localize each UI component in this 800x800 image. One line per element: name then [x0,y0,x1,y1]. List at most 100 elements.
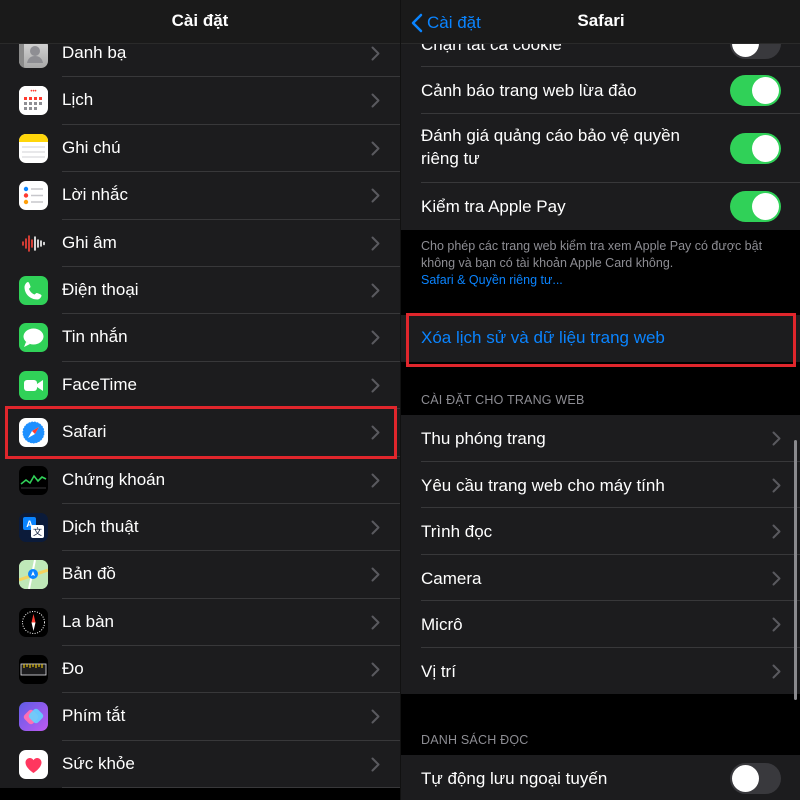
page-title: Cài đặt [171,11,229,30]
location-row[interactable]: Vị trí [401,647,800,694]
calendar-icon: ••• [19,86,48,116]
settings-item-label: Sức khỏe [62,753,135,773]
settings-item-label: Phím tắt [62,706,126,726]
settings-item-label: Ghi âm [62,232,117,252]
page-zoom-label: Thu phóng trang [421,429,546,448]
settings-item-health[interactable]: Sức khỏe [0,740,400,789]
chevron-right-icon [371,330,380,345]
settings-item-label: Dịch thuật [62,516,139,536]
settings-item-label: Lịch [62,90,94,110]
chevron-right-icon [772,617,781,632]
fraud-warning-label: Cảnh báo trang web lừa đảo [421,81,637,100]
safari-privacy-link[interactable]: Safari & Quyền riêng tư... [421,273,563,287]
settings-item-facetime[interactable]: FaceTime [0,361,400,410]
chevron-right-icon [371,378,380,393]
website-settings-header: CÀI ĐẶT CHO TRANG WEB [421,393,585,407]
settings-item-reminders[interactable]: Lời nhắc [0,172,400,220]
chevron-right-icon [371,93,380,108]
settings-item-safari[interactable]: Safari [0,409,400,457]
stocks-icon [19,465,48,495]
messages-icon [19,323,48,353]
chevron-right-icon [772,478,781,492]
apple-pay-footer-note: Cho phép các trang web kiểm tra xem Appl… [421,238,791,289]
clear-history-row[interactable]: Xóa lịch sử và dữ liệu trang web [401,315,800,362]
chevron-right-icon [371,188,380,203]
phone-icon [19,275,48,305]
chevron-right-icon [371,757,380,772]
notes-icon [19,133,48,163]
scrollbar[interactable] [794,440,797,700]
reader-label: Trình đọc [421,522,493,541]
settings-item-phone[interactable]: Điện thoại [0,266,400,315]
clear-history-button[interactable]: Xóa lịch sử và dữ liệu trang web [421,328,665,348]
shortcuts-icon [19,702,48,732]
location-label: Vị trí [421,661,456,681]
apple-pay-check-row: Kiểm tra Apple Pay [401,183,800,230]
facetime-icon [19,370,48,400]
privacy-ad-measurement-label: Đánh giá quảng cáo bảo vệ quyền riêng tư [421,126,680,168]
request-desktop-site-row[interactable]: Yêu cầu trang web cho máy tính [401,461,800,508]
apple-pay-check-toggle[interactable] [730,191,781,222]
chevron-right-icon [371,473,380,488]
maps-icon [19,560,48,590]
chevron-right-icon [371,425,380,440]
reminders-icon [19,181,48,211]
microphone-label: Micrô [421,615,463,634]
settings-item-compass[interactable]: La bàn [0,598,400,647]
chevron-right-icon [371,141,380,156]
health-icon [19,749,48,779]
settings-item-label: FaceTime [62,374,137,394]
chevron-right-icon [371,236,380,251]
chevron-right-icon [371,615,380,630]
reader-row[interactable]: Trình đọc [401,508,800,555]
settings-item-messages[interactable]: Tin nhắn [0,314,400,362]
settings-item-stocks[interactable]: Chứng khoán [0,456,400,504]
settings-item-label: Lời nhắc [62,185,128,205]
measure-icon [19,655,48,685]
chevron-right-icon [371,283,380,298]
camera-row[interactable]: Camera [401,554,800,601]
website-settings-group: Thu phóng trang Yêu cầu trang web cho má… [401,415,800,694]
nav-bar: Cài đặt [0,0,400,44]
settings-item-shortcuts[interactable]: Phím tắt [0,693,400,741]
translate-icon: A文 [19,512,48,542]
settings-list: Danh bạ ••• Lịch Ghi chú Lời nhắc Ghi âm… [0,30,400,789]
chevron-right-icon [371,46,380,61]
settings-item-translate[interactable]: A文 Dịch thuật [0,503,400,552]
chevron-right-icon [371,662,380,677]
chevron-right-icon [371,709,380,724]
settings-item-label: Tin nhắn [62,327,128,347]
chevron-right-icon [772,524,781,539]
microphone-row[interactable]: Micrô [401,601,800,648]
chevron-right-icon [772,571,781,585]
settings-item-calendar[interactable]: ••• Lịch [0,77,400,125]
page-zoom-row[interactable]: Thu phóng trang [401,415,800,462]
chevron-right-icon [772,664,781,678]
apple-pay-footer-text: Cho phép các trang web kiểm tra xem Appl… [421,239,763,270]
privacy-ad-measurement-row: Đánh giá quảng cáo bảo vệ quyền riêng tư [401,114,800,183]
settings-item-label: La bàn [62,611,114,631]
auto-save-offline-toggle[interactable] [730,763,781,794]
safari-settings-panel: Chặn tất cả cookie Cảnh báo trang web lừ… [400,0,800,800]
apple-pay-check-label: Kiểm tra Apple Pay [421,197,566,216]
settings-item-label: Safari [62,422,107,442]
request-desktop-site-label: Yêu cầu trang web cho máy tính [421,475,665,495]
settings-item-notes[interactable]: Ghi chú [0,124,400,173]
settings-item-maps[interactable]: Bản đồ [0,551,400,599]
reading-list-header: DANH SÁCH ĐỌC [421,733,529,747]
settings-item-measure[interactable]: Đo [0,646,400,694]
fraud-warning-toggle[interactable] [730,75,781,106]
fraud-warning-row: Cảnh báo trang web lừa đảo [401,67,800,114]
chevron-right-icon [772,431,781,446]
safari-icon [19,418,48,448]
settings-item-label: Đo [62,659,84,679]
settings-item-label: Điện thoại [62,279,139,299]
privacy-ad-measurement-toggle[interactable] [730,133,781,164]
voice-memos-icon [19,228,48,258]
settings-item-voice-memos[interactable]: Ghi âm [0,219,400,267]
chevron-right-icon [371,567,380,582]
settings-panel: Danh bạ ••• Lịch Ghi chú Lời nhắc Ghi âm… [0,0,400,800]
svg-text:文: 文 [33,526,42,538]
camera-label: Camera [421,568,482,588]
privacy-group: Chặn tất cả cookie Cảnh báo trang web lừ… [401,20,800,230]
